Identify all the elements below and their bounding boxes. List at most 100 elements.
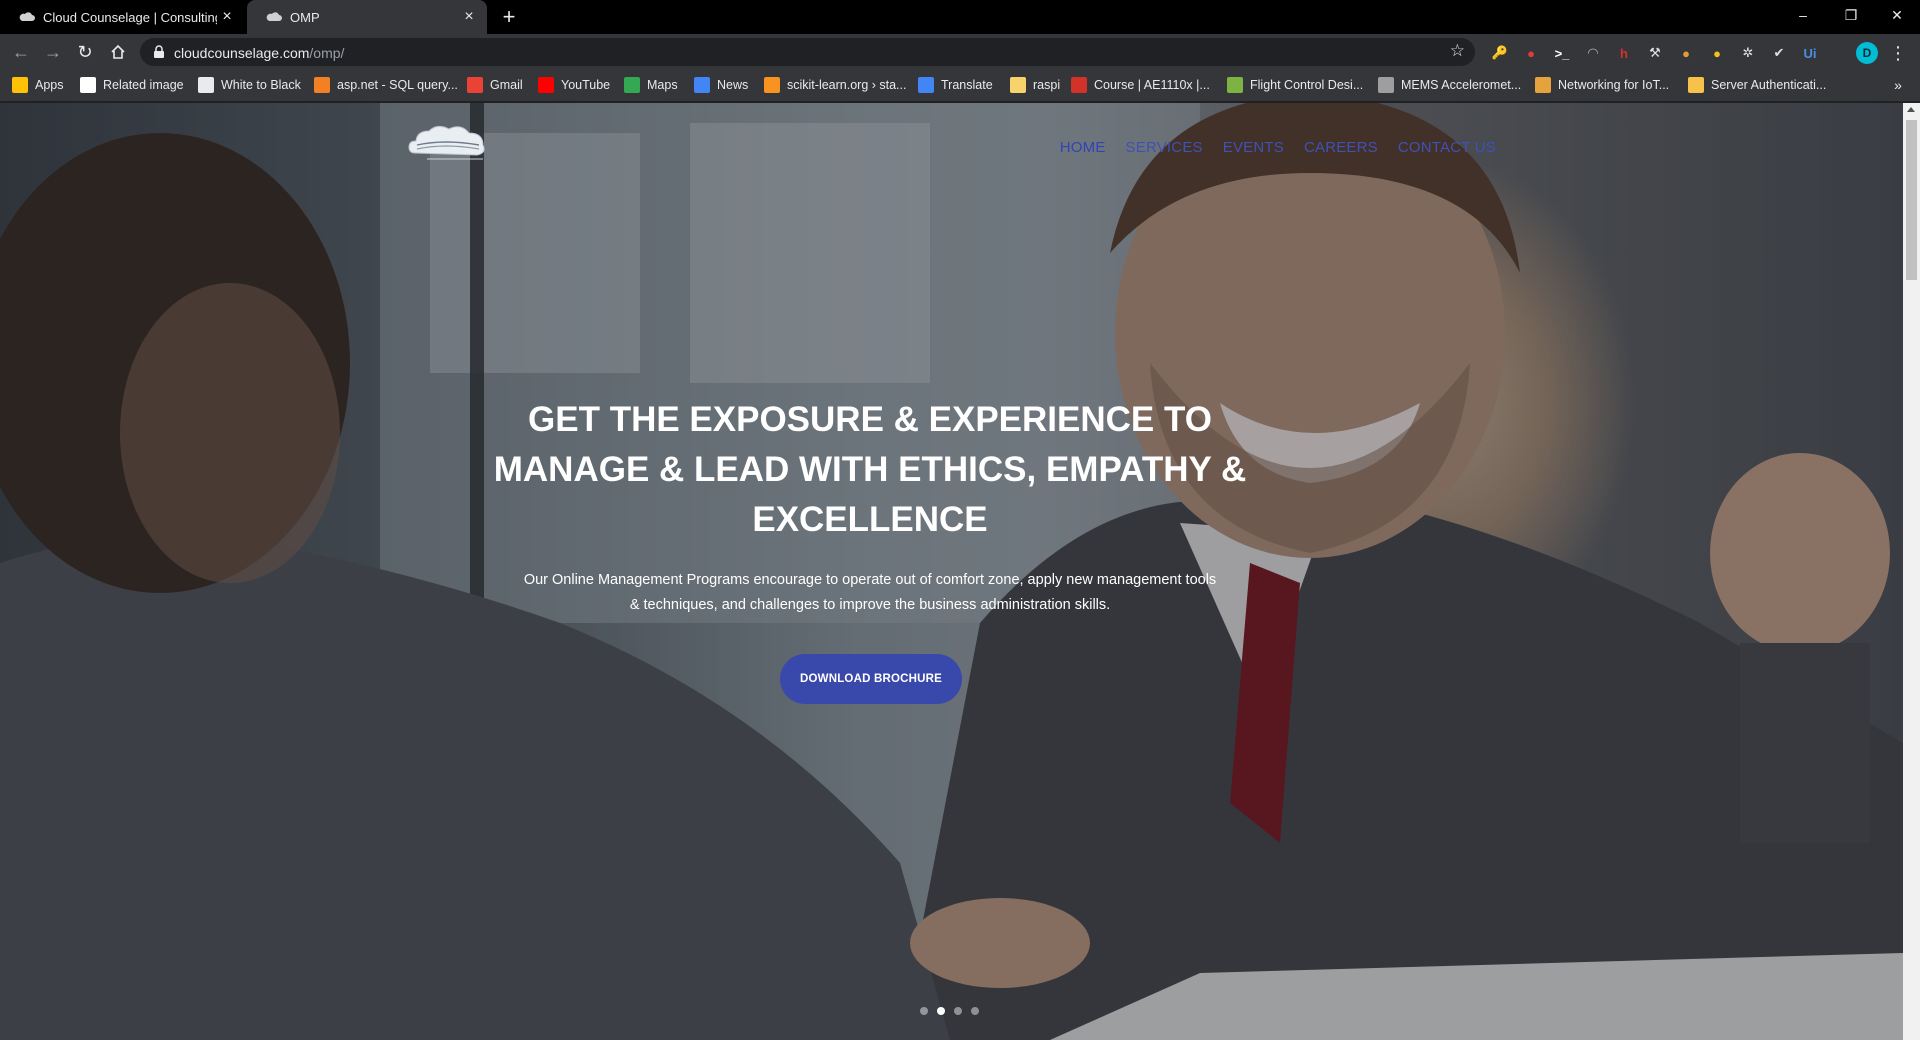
bookmark-item[interactable]: scikit-learn.org › sta... xyxy=(764,70,906,100)
bookmark-label: Flight Control Desi... xyxy=(1250,78,1364,92)
stack-icon xyxy=(314,77,330,93)
bookmark-item[interactable]: News xyxy=(694,70,748,100)
bookmark-label: Related image xyxy=(103,78,184,92)
apps-grid-icon xyxy=(12,77,28,93)
minimize-button[interactable]: – xyxy=(1780,0,1826,30)
bookmark-item[interactable]: Maps xyxy=(624,70,678,100)
page-scrollbar[interactable] xyxy=(1903,103,1920,1040)
bookmark-item[interactable]: raspi xyxy=(1010,70,1060,100)
site-navigation: HOME SERVICES EVENTS CAREERS CONTACT US xyxy=(1060,139,1496,156)
sklearn-icon xyxy=(764,77,780,93)
tab-close-icon[interactable]: × xyxy=(459,7,479,27)
tab-close-icon[interactable]: × xyxy=(217,7,237,27)
page-viewport: HOME SERVICES EVENTS CAREERS CONTACT US … xyxy=(0,103,1903,1040)
bookmark-item[interactable]: Networking for IoT... xyxy=(1535,70,1669,100)
bookmark-item[interactable]: asp.net - SQL query... xyxy=(314,70,458,100)
key-extension-icon[interactable]: 🔑 xyxy=(1490,43,1510,63)
bookmark-label: White to Black xyxy=(221,78,301,92)
coursera-icon xyxy=(1227,77,1243,93)
address-bar[interactable]: cloudcounselage.com/omp/ ☆ xyxy=(140,38,1475,66)
box-icon xyxy=(1688,77,1704,93)
h-extension-icon[interactable]: h xyxy=(1614,43,1634,63)
tab-omp[interactable]: OMP × xyxy=(247,0,487,34)
profile-avatar[interactable]: D xyxy=(1856,42,1878,64)
nav-careers-link[interactable]: CAREERS xyxy=(1304,139,1378,156)
bookmark-item[interactable]: YouTube xyxy=(538,70,610,100)
browser-menu-icon[interactable]: ⋮ xyxy=(1888,40,1908,66)
tab-title: OMP xyxy=(290,9,320,25)
hero-subtitle: Our Online Management Programs encourage… xyxy=(523,572,1217,613)
bookmark-item[interactable]: Translate xyxy=(918,70,993,100)
bookmark-item[interactable]: Related image xyxy=(80,70,184,100)
nav-events-link[interactable]: EVENTS xyxy=(1223,139,1284,156)
translate-icon xyxy=(918,77,934,93)
mems-icon xyxy=(1378,77,1394,93)
tab-strip: Cloud Counselage | Consulting, A × OMP ×… xyxy=(0,0,1920,34)
bookmark-label: News xyxy=(717,78,749,92)
nav-services-link[interactable]: SERVICES xyxy=(1126,139,1203,156)
gmail-icon xyxy=(467,77,483,93)
slider-dot[interactable] xyxy=(954,1007,962,1015)
scrollbar-thumb[interactable] xyxy=(1906,120,1917,280)
globe-icon xyxy=(198,77,214,93)
news-icon xyxy=(694,77,710,93)
url-domain: cloudcounselage.com xyxy=(174,45,310,61)
bookmark-label: YouTube xyxy=(561,78,611,92)
slider-dots xyxy=(920,1007,979,1015)
nav-contact-link[interactable]: CONTACT US xyxy=(1398,139,1496,156)
slider-dot[interactable] xyxy=(920,1007,928,1015)
lock-icon xyxy=(154,45,164,58)
url-path: /omp/ xyxy=(309,45,345,61)
reload-icon[interactable]: ↻ xyxy=(71,38,99,66)
bookmarks-bar: Apps Related image White to Black asp.net -… xyxy=(0,70,1920,102)
bookmark-item[interactable]: White to Black xyxy=(198,70,301,100)
page-icon xyxy=(80,77,96,93)
bookmark-label: asp.net - SQL query... xyxy=(337,78,458,92)
tab-cloud-counselage[interactable]: Cloud Counselage | Consulting, A × xyxy=(0,0,245,34)
cloud-favicon-icon xyxy=(266,9,282,25)
bookmark-label: Maps xyxy=(647,78,678,92)
new-tab-button[interactable]: + xyxy=(496,4,522,29)
bookmark-label: MEMS Acceleromet... xyxy=(1401,78,1522,92)
bookmark-label: Course | AE1110x |... xyxy=(1094,78,1210,92)
download-brochure-button[interactable]: DOWNLOAD BROCHURE xyxy=(780,654,962,704)
bookmark-star-icon[interactable]: ☆ xyxy=(1450,41,1465,61)
bookmarks-overflow-icon[interactable]: » xyxy=(1888,70,1908,100)
bookmark-label: Gmail xyxy=(490,78,523,92)
terminal-extension-icon[interactable]: >_ xyxy=(1552,43,1572,63)
restore-button[interactable]: ❐ xyxy=(1828,0,1874,30)
brush-extension-icon[interactable]: ✔ xyxy=(1769,43,1789,63)
bookmark-label: Networking for IoT... xyxy=(1558,78,1670,92)
cloud-favicon-icon xyxy=(19,9,35,25)
counselage-logo[interactable] xyxy=(405,121,490,165)
edx-icon xyxy=(1071,77,1087,93)
home-icon[interactable] xyxy=(104,38,132,66)
bookmark-item[interactable]: Course | AE1110x |... xyxy=(1071,70,1210,100)
bookmark-label: raspi xyxy=(1033,78,1061,92)
url-text: cloudcounselage.com/omp/ xyxy=(174,45,344,61)
nav-home-link[interactable]: HOME xyxy=(1060,139,1106,156)
slider-dot[interactable] xyxy=(971,1007,979,1015)
wrench-extension-icon[interactable]: ⚒ xyxy=(1645,43,1665,63)
browser-toolbar: ← → ↻ cloudcounselage.com/omp/ ☆ 🔑 ● >_ ◠ h ⚒… xyxy=(0,34,1920,70)
bookmark-item[interactable]: Gmail xyxy=(467,70,523,100)
ghost-extension-icon[interactable]: ◠ xyxy=(1583,43,1603,63)
scroll-up-icon[interactable] xyxy=(1907,107,1915,112)
bookmark-label: scikit-learn.org › sta... xyxy=(787,78,907,92)
adblock-extension-icon[interactable]: ● xyxy=(1521,43,1541,63)
pencil-extension-icon[interactable]: ● xyxy=(1707,43,1727,63)
bookmark-item[interactable]: Server Authenticati... xyxy=(1688,70,1826,100)
bookmark-label: Apps xyxy=(35,78,64,92)
youtube-icon xyxy=(538,77,554,93)
bookmark-item[interactable]: MEMS Acceleromet... xyxy=(1378,70,1521,100)
back-arrow-icon[interactable]: ← xyxy=(7,38,35,66)
window-close-button[interactable]: ✕ xyxy=(1874,0,1920,30)
folder-icon xyxy=(1010,77,1026,93)
forward-arrow-icon[interactable]: → xyxy=(39,38,67,66)
ui-extension-icon[interactable]: Ui xyxy=(1800,43,1820,63)
bookmark-item[interactable]: Flight Control Desi... xyxy=(1227,70,1363,100)
slider-dot[interactable] xyxy=(937,1007,945,1015)
gear-extension-icon[interactable]: ✲ xyxy=(1738,43,1758,63)
bookmark-item[interactable]: Apps xyxy=(12,70,64,100)
cookie-extension-icon[interactable]: ● xyxy=(1676,43,1696,63)
